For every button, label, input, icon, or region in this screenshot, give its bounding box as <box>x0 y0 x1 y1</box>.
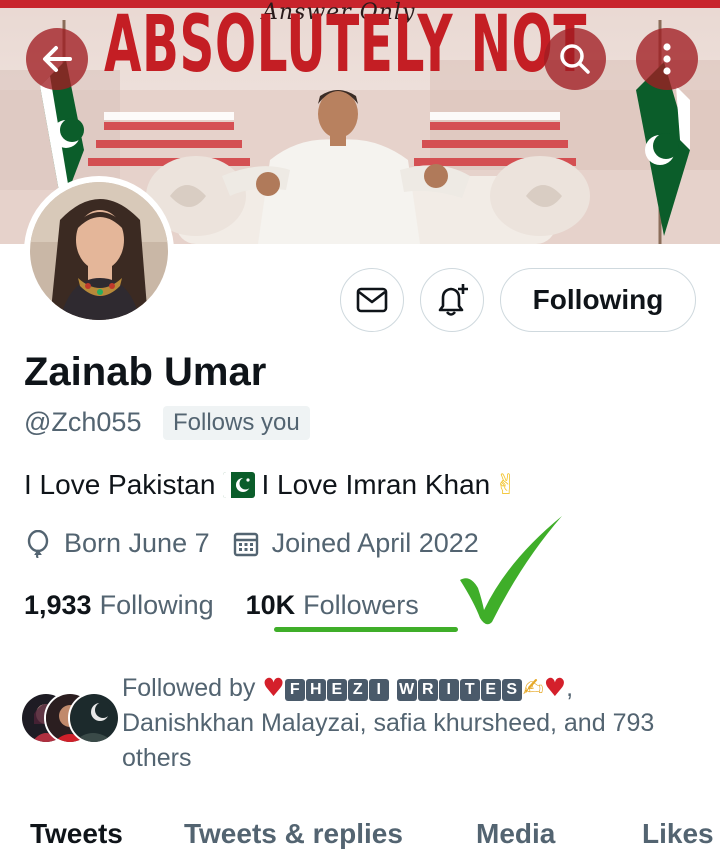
name-letter: W <box>396 679 417 701</box>
follows-you-badge: Follows you <box>163 406 310 440</box>
search-icon <box>560 44 590 74</box>
arrow-left-icon <box>43 46 72 72</box>
more-options-button[interactable] <box>636 28 698 90</box>
profile-meta: Born June 7 Joined April 2022 <box>24 528 479 559</box>
mutual-avatar <box>68 692 120 744</box>
avatar-image <box>30 182 168 320</box>
followers-count: 10K <box>245 590 296 620</box>
fancy-name-part-1: FHEZI <box>284 671 390 706</box>
writing-hand-icon: ✍ <box>522 673 544 702</box>
name-letter: Z <box>347 679 368 701</box>
calendar-icon <box>232 530 260 558</box>
name-letter: I <box>368 679 389 701</box>
name-letter: S <box>501 679 522 701</box>
envelope-icon <box>356 287 388 313</box>
following-count: 1,933 <box>24 590 92 620</box>
tab-likes[interactable]: Likes <box>642 818 714 849</box>
followed-by-prefix: Followed by <box>122 674 256 702</box>
name-letter: E <box>480 679 501 701</box>
name-letter: F <box>284 679 305 701</box>
heart-icon: ♥ <box>543 673 567 702</box>
annotation-underline <box>274 627 458 632</box>
name-letter: I <box>438 679 459 701</box>
display-name: Zainab Umar <box>24 350 267 394</box>
bio-text-1: I Love Pakistan <box>24 468 216 500</box>
victory-hand-icon: ✌ <box>494 468 518 501</box>
bio-text-2: I Love Imran Khan <box>261 468 491 500</box>
more-vertical-icon <box>663 43 671 75</box>
joined-text: Joined April 2022 <box>271 528 479 558</box>
tab-media[interactable]: Media <box>476 818 555 849</box>
pakistan-flag-icon <box>223 471 256 498</box>
birthday-text: Born June 7 <box>64 528 210 558</box>
profile-avatar[interactable] <box>24 176 174 326</box>
name-letter: E <box>326 679 347 701</box>
name-letter: H <box>305 679 326 701</box>
name-letter: T <box>459 679 480 701</box>
followed-by-rest: Danishkhan Malayzai, safia khursheed, an… <box>122 709 655 772</box>
balloon-icon <box>24 529 52 558</box>
annotation-checkmark-icon <box>460 516 562 625</box>
fancy-name-part-2: WRITES <box>396 671 523 706</box>
heart-icon: ♥ <box>262 673 285 702</box>
back-button[interactable] <box>26 28 88 90</box>
following-button[interactable]: Following <box>500 268 696 332</box>
handle: @Zch055 <box>24 407 142 437</box>
tab-tweets-replies[interactable]: Tweets & replies <box>184 818 403 849</box>
message-button[interactable] <box>340 268 404 332</box>
tab-tweets[interactable]: Tweets <box>30 818 123 849</box>
followers-label: Followers <box>303 590 419 620</box>
bio: I Love Pakistan I Love Imran Khan ✌ <box>24 468 518 501</box>
profile-tabs: Tweets Tweets & replies Media Likes <box>0 816 720 849</box>
mutual-followers-avatars[interactable] <box>20 692 120 746</box>
banner-headline: ABSOLUTELY NOT <box>104 0 588 90</box>
followed-by-text[interactable]: Followed by ♥ FHEZI WRITES ✍♥, Danishkha… <box>122 670 702 776</box>
search-button[interactable] <box>544 28 606 90</box>
bell-plus-icon <box>438 284 468 316</box>
followers-stat[interactable]: 10K Followers <box>246 590 419 621</box>
name-letter: R <box>417 679 438 701</box>
follow-stats: 1,933 Following 10K Followers <box>24 590 419 621</box>
following-stat[interactable]: 1,933 Following <box>24 590 214 621</box>
following-label: Following <box>99 590 214 620</box>
notifications-button[interactable] <box>420 268 484 332</box>
